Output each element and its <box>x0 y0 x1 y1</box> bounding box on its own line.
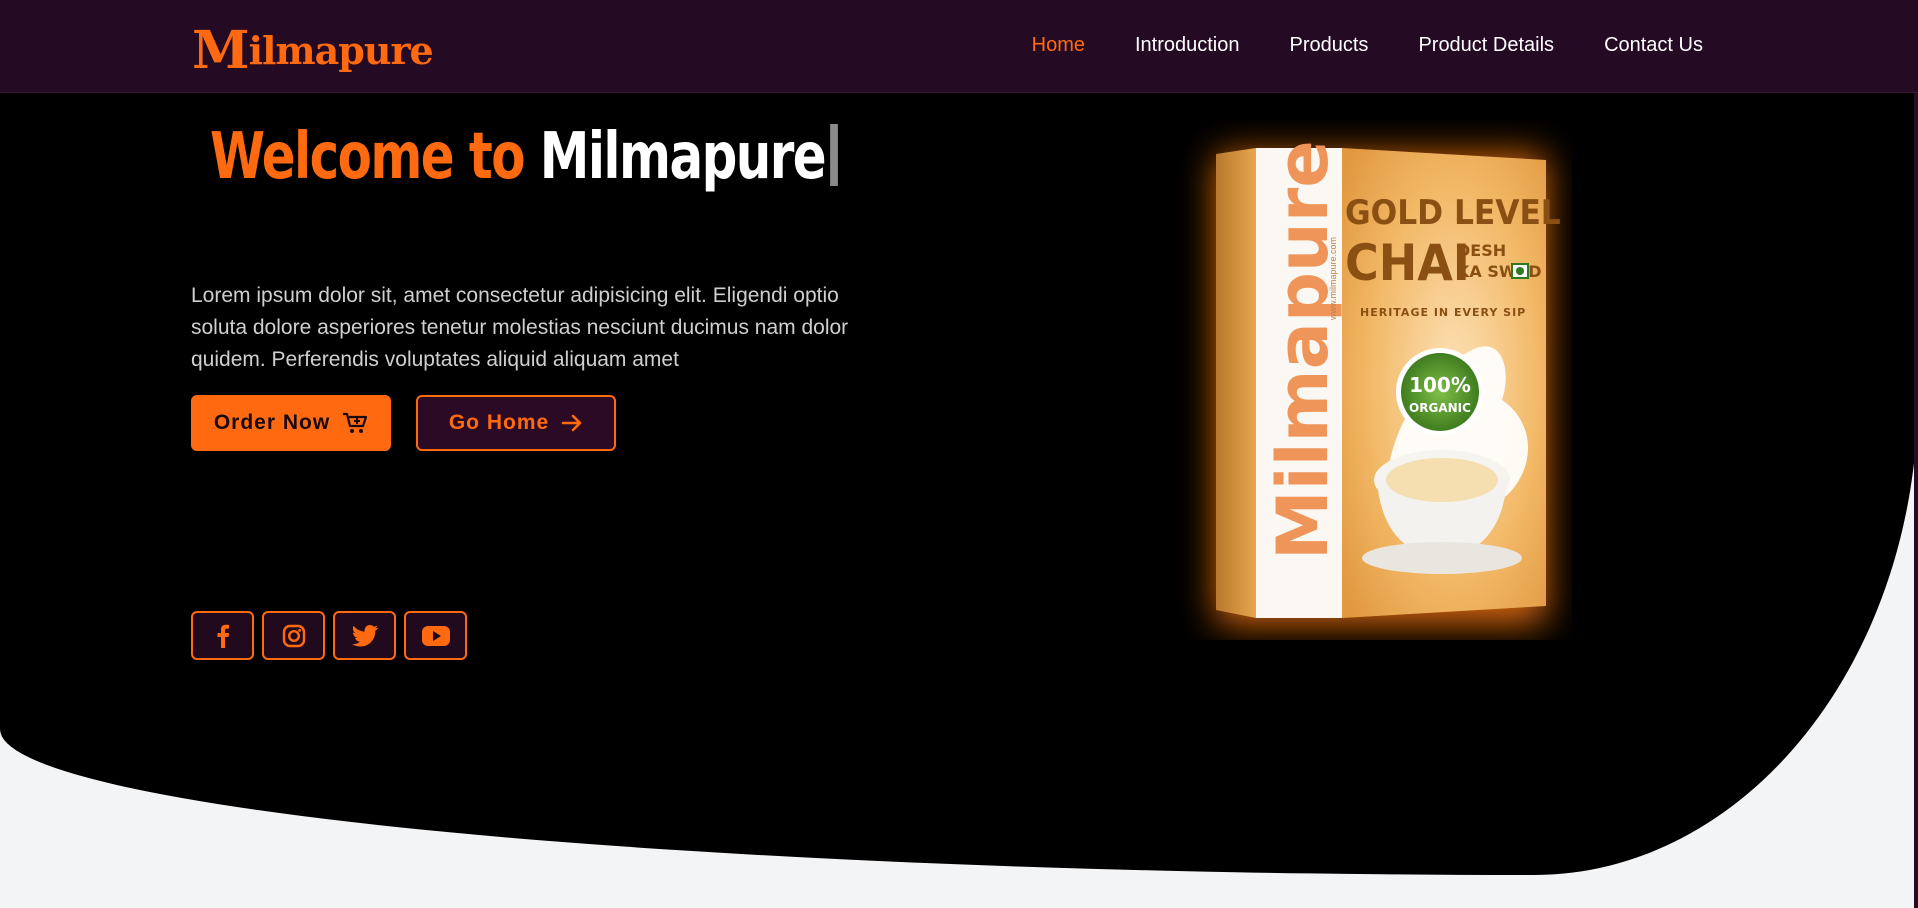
scrollbar[interactable] <box>1914 0 1918 908</box>
box-line1: GOLD LEVEL <box>1345 193 1561 233</box>
headline-prefix: Welcome to <box>210 120 540 194</box>
box-line2: CHAI <box>1345 234 1470 292</box>
twitter-icon[interactable] <box>333 611 396 660</box>
typing-cursor <box>829 124 838 186</box>
headline-brand: Milmapure <box>539 120 827 194</box>
nav-products[interactable]: Products <box>1290 34 1369 57</box>
arrow-right-icon <box>561 414 582 432</box>
nav-introduction[interactable]: Introduction <box>1135 34 1240 57</box>
site-header: Milmapure Home Introduction Products Pro… <box>0 0 1918 93</box>
logo-text-rest: ilmapure <box>248 28 434 73</box>
nav-product-details[interactable]: Product Details <box>1418 34 1554 57</box>
go-home-label: Go Home <box>448 411 550 434</box>
nav-home[interactable]: Home <box>1032 34 1085 57</box>
youtube-icon[interactable] <box>404 611 467 660</box>
nav-contact-us[interactable]: Contact Us <box>1604 34 1703 57</box>
social-links <box>191 611 467 660</box>
main-nav: Home Introduction Products Product Detai… <box>1032 34 1703 57</box>
box-brand-text: Milmapure <box>1262 140 1344 560</box>
box-website-text: www.milmapure.com <box>1328 237 1338 321</box>
go-home-button[interactable]: Go Home <box>416 395 616 451</box>
hero-headline: Welcome to Milmapure <box>210 120 838 194</box>
hero-description: Lorem ipsum dolor sit, amet consectetur … <box>191 284 849 371</box>
badge-text: ORGANIC <box>1409 401 1471 415</box>
cart-icon <box>343 412 368 433</box>
brand-logo[interactable]: Milmapure <box>192 16 434 81</box>
product-box-image: Milmapure www.milmapure.com GOLD LEVEL C… <box>1216 140 1561 624</box>
logo-m: M <box>192 20 250 81</box>
facebook-icon[interactable] <box>191 611 254 660</box>
order-now-label: Order Now <box>213 411 331 434</box>
box-tagline: HERITAGE IN EVERY SIP <box>1360 306 1526 319</box>
box-tag1: DESH <box>1457 241 1506 260</box>
order-now-button[interactable]: Order Now <box>191 395 391 451</box>
badge-percent: 100% <box>1409 373 1471 397</box>
instagram-icon[interactable] <box>262 611 325 660</box>
